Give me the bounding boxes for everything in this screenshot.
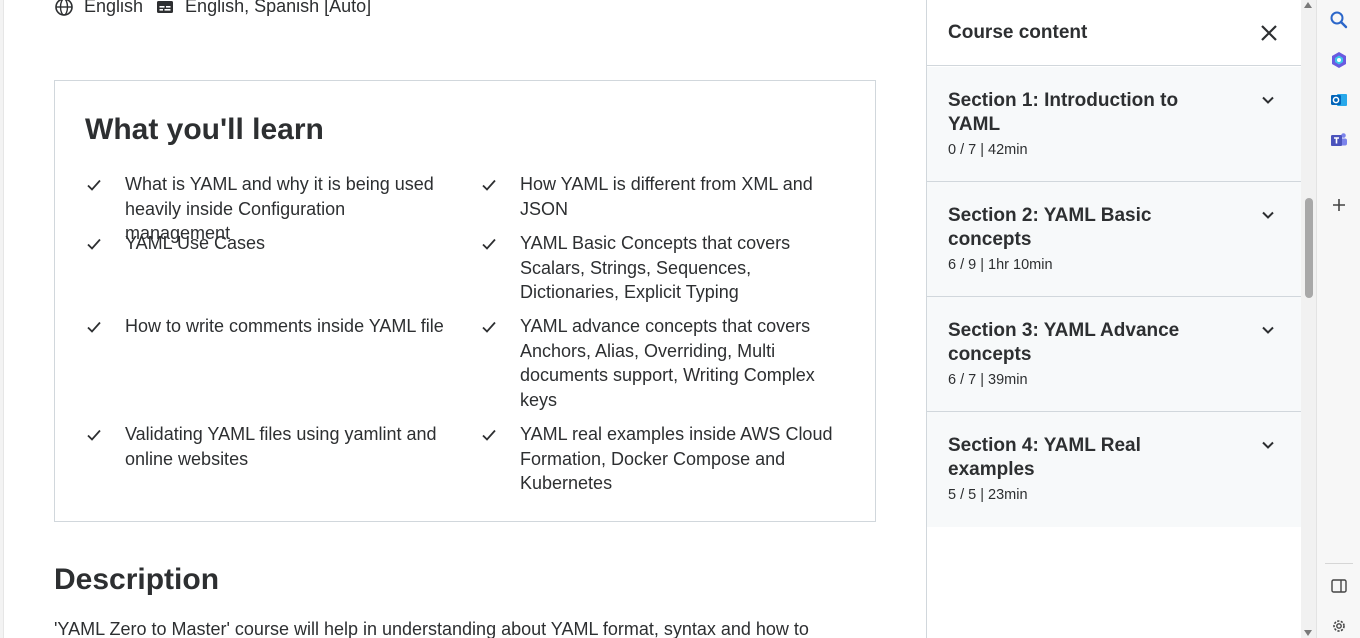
check-icon [87,429,101,441]
scroll-up-arrow[interactable] [1304,2,1312,8]
check-icon [87,321,101,333]
chevron-down-icon [1262,441,1274,449]
learn-item: How YAML is different from XML and JSON [480,172,850,221]
check-icon [482,238,496,250]
section-title: Section 4: YAML Real examples [948,435,1141,480]
caption-languages: English, Spanish [Auto] [185,0,372,16]
add-icon [1333,199,1345,211]
section-progress: 5 / 5 | 23min [948,487,1028,503]
learn-item: How to write comments inside YAML file [85,314,455,339]
page-scrollbar[interactable] [1301,0,1316,638]
copilot-icon [1332,52,1346,68]
section-progress: 0 / 7 | 42min [948,142,1028,158]
section-accordion-4[interactable]: Section 4: YAML Real examples 5 / 5 | 23… [927,412,1302,527]
learn-item-label: YAML real examples inside AWS Cloud Form… [520,424,833,493]
settings-icon [1333,620,1345,632]
learn-item: YAML advance concepts that covers Anchor… [480,314,850,412]
check-icon [482,321,496,333]
chevron-down-icon [1262,211,1274,219]
learn-item: YAML real examples inside AWS Cloud Form… [480,422,850,496]
section-accordion-1[interactable]: Section 1: Introduction to YAML 0 / 7 | … [927,67,1302,182]
description-text: 'YAML Zero to Master' course will help i… [54,619,809,638]
check-icon [482,429,496,441]
sidebar-header: Course content [927,0,1302,66]
language-row: English English, Spanish [Auto] [54,0,383,17]
check-icon [87,238,101,250]
rail-copilot-button[interactable] [1328,49,1350,71]
chevron-down-icon [1262,96,1274,104]
description-title: Description [54,563,220,596]
search-icon [1330,11,1348,29]
outlook-icon [1331,94,1347,106]
learn-item-label: YAML Use Cases [125,233,266,253]
learn-item: YAML Basic Concepts that covers Scalars,… [480,231,850,305]
learn-item-label: Validating YAML files using yamlint and … [125,424,437,469]
section-title: Section 3: YAML Advance concepts [948,320,1180,365]
check-icon [482,179,496,191]
learn-item-label: How to write comments inside YAML file [125,316,444,336]
rail-divider [1325,563,1353,564]
audio-language: English [84,0,144,16]
sidebar-toggle-icon [1331,579,1347,593]
rail-settings-button[interactable] [1328,615,1350,637]
learn-title: What you'll learn [85,113,324,146]
teams-icon [1331,133,1347,146]
learn-item-label: YAML advance concepts that covers Anchor… [520,316,815,410]
learn-item-label: How YAML is different from XML and JSON [520,174,813,219]
section-title: Section 2: YAML Basic concepts [948,205,1152,250]
rail-outlook-button[interactable] [1328,89,1350,111]
learn-item-label: YAML Basic Concepts that covers Scalars,… [520,233,791,302]
globe-icon [54,0,74,17]
section-accordion-3[interactable]: Section 3: YAML Advance concepts 6 / 7 |… [927,297,1302,412]
rail-search-button[interactable] [1328,9,1350,31]
sidebar-title: Course content [948,22,1088,43]
browser-side-rail [1316,0,1360,638]
check-icon [87,179,101,191]
section-accordion-2[interactable]: Section 2: YAML Basic concepts 6 / 9 | 1… [927,182,1302,297]
close-sidebar-button[interactable] [1258,22,1280,44]
course-content-sidebar: Course content Section 1: Introduction t… [926,0,1302,638]
scroll-thumb[interactable] [1305,198,1313,298]
rail-teams-button[interactable] [1328,129,1350,151]
rail-add-button[interactable] [1328,194,1350,216]
course-main-content: English English, Spanish [Auto] What you… [4,0,926,638]
what-youll-learn-box: What you'll learn What is YAML and why i… [54,80,876,522]
scroll-down-arrow[interactable] [1304,630,1312,636]
rail-sidebar-toggle-button[interactable] [1328,575,1350,597]
chevron-down-icon [1262,326,1274,334]
learn-item: YAML Use Cases [85,231,455,256]
closed-captions-icon [155,0,175,17]
section-progress: 6 / 7 | 39min [948,372,1028,388]
section-progress: 6 / 9 | 1hr 10min [948,257,1053,273]
learn-item: Validating YAML files using yamlint and … [85,422,455,471]
section-title: Section 1: Introduction to YAML [948,90,1179,135]
close-icon [1261,25,1277,41]
